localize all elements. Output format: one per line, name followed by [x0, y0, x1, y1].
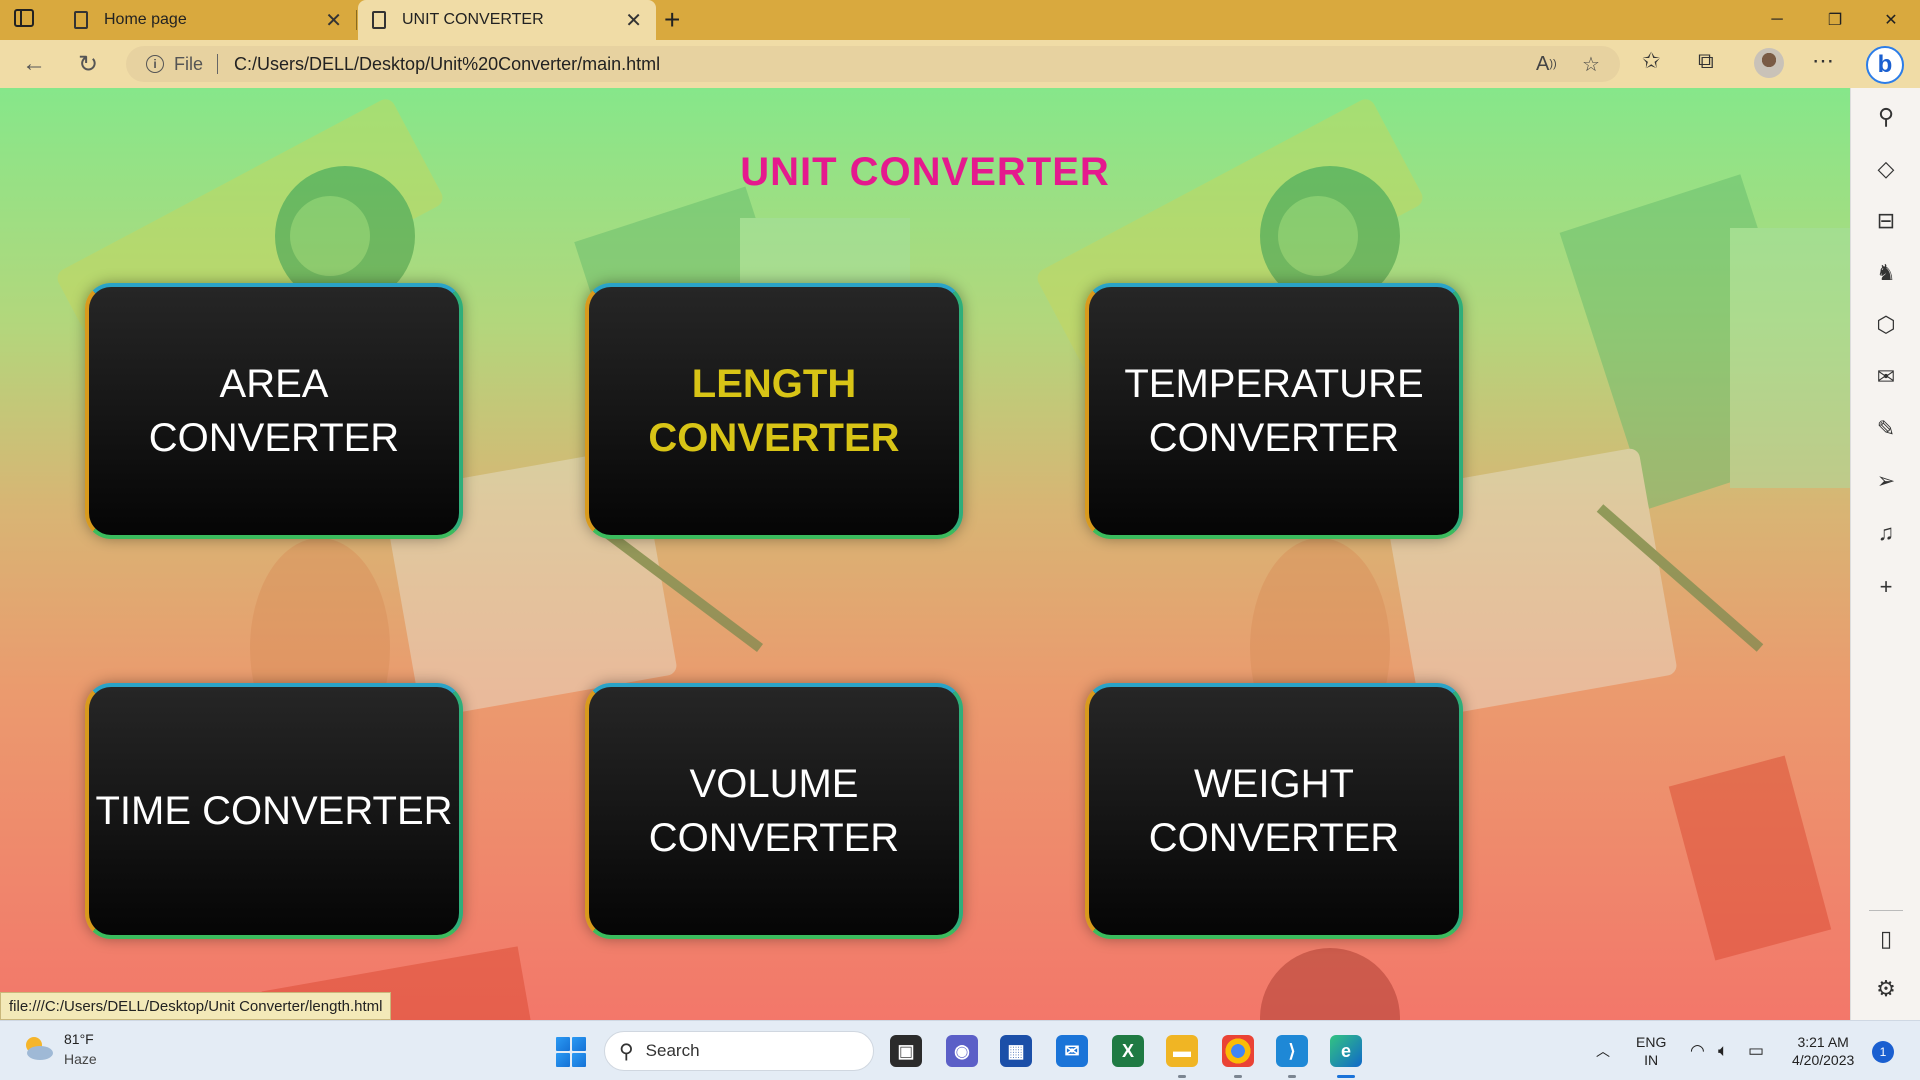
outlook-icon[interactable]: ✉ — [1851, 364, 1920, 390]
file-explorer-icon[interactable]: ▬ — [1166, 1035, 1198, 1067]
weather-description[interactable]: Haze — [64, 1051, 97, 1067]
chrome-icon[interactable] — [1222, 1035, 1254, 1067]
tab-home-page[interactable]: Home page ✕ — [60, 0, 356, 40]
excel-icon[interactable]: X — [1112, 1035, 1144, 1067]
document-icon — [74, 11, 88, 29]
weather-temperature[interactable]: 81°F — [64, 1031, 94, 1047]
running-indicator — [1234, 1075, 1242, 1078]
more-icon[interactable]: ⋯ — [1812, 48, 1834, 74]
browser-toolbar: ← ↻ i File C:/Users/DELL/Desktop/Unit%20… — [0, 40, 1920, 88]
new-tab-button[interactable]: + — [664, 4, 680, 36]
close-icon[interactable]: ✕ — [625, 8, 642, 33]
refresh-icon[interactable]: ↻ — [78, 50, 98, 79]
wifi-icon[interactable]: ◠ — [1690, 1021, 1705, 1080]
mail-icon[interactable]: ✉ — [1056, 1035, 1088, 1067]
document-icon — [372, 11, 386, 29]
edge-sidebar: ⚲ ◇ ⊟ ♞ ⬡ ✉ ✎ ➢ ♫ + ▯ ⚙ — [1850, 88, 1920, 1020]
address-bar[interactable]: i File C:/Users/DELL/Desktop/Unit%20Conv… — [126, 46, 1620, 82]
clock-date: 4/20/2023 — [1792, 1052, 1855, 1068]
close-icon[interactable]: ✕ — [325, 8, 342, 33]
language-code: ENG — [1636, 1034, 1667, 1050]
games-icon[interactable]: ♞ — [1851, 260, 1920, 286]
collections-icon[interactable]: ⧉ — [1698, 48, 1714, 74]
temperature-converter-card[interactable]: TEMPERATURE CONVERTER — [1085, 283, 1463, 539]
add-favorite-icon[interactable]: ☆ — [1582, 46, 1600, 82]
active-indicator — [1337, 1075, 1355, 1078]
window-close-button[interactable]: ✕ — [1862, 0, 1920, 40]
taskbar-search[interactable]: ⚲ Search — [604, 1031, 874, 1071]
page-viewport: UNIT CONVERTER AREA CONVERTER LENGTH CON… — [0, 88, 1850, 1020]
time-converter-card[interactable]: TIME CONVERTER — [85, 683, 463, 939]
search-label: Search — [645, 1041, 700, 1060]
status-bar-url: file:///C:/Users/DELL/Desktop/Unit Conve… — [0, 992, 392, 1020]
tab-label: UNIT CONVERTER — [402, 11, 544, 28]
windows-start-icon[interactable] — [556, 1037, 586, 1067]
battery-icon[interactable]: ▭ — [1748, 1021, 1764, 1080]
length-converter-card[interactable]: LENGTH CONVERTER — [585, 283, 963, 539]
running-indicator — [1178, 1075, 1186, 1078]
address-scheme: File — [174, 53, 204, 74]
weather-haze-icon[interactable] — [20, 1033, 54, 1063]
drop-icon[interactable]: ✎ — [1851, 416, 1920, 442]
running-indicator — [1288, 1075, 1296, 1078]
tab-label: Home page — [104, 11, 187, 28]
minimize-button[interactable]: ─ — [1748, 0, 1806, 40]
favorites-icon[interactable]: ✩ — [1642, 48, 1660, 74]
tab-separator — [356, 10, 357, 30]
office-icon[interactable]: ⬡ — [1851, 312, 1920, 338]
address-url[interactable]: C:/Users/DELL/Desktop/Unit%20Converter/m… — [234, 54, 660, 75]
read-aloud-icon[interactable]: A)) — [1536, 46, 1557, 82]
language-indicator[interactable]: ENG IN — [1636, 1021, 1666, 1080]
restore-button[interactable]: ❐ — [1806, 0, 1864, 40]
task-view-icon[interactable]: ▣ — [890, 1035, 922, 1067]
weight-converter-card[interactable]: WEIGHT CONVERTER — [1085, 683, 1463, 939]
tab-bar: Home page ✕ UNIT CONVERTER ✕ + ─ ❐ ✕ — [0, 0, 1920, 40]
search-icon[interactable]: ⚲ — [1851, 104, 1920, 130]
clock-time: 3:21 AM — [1797, 1034, 1849, 1050]
shopping-tag-icon[interactable]: ◇ — [1851, 156, 1920, 182]
send-icon[interactable]: ➢ — [1851, 468, 1920, 494]
search-icon: ⚲ — [619, 1040, 634, 1063]
teams-chat-icon[interactable]: ◉ — [946, 1035, 978, 1067]
info-icon[interactable]: i — [146, 55, 164, 73]
add-icon[interactable]: + — [1851, 574, 1920, 600]
microsoft-store-icon[interactable]: ▦ — [1000, 1035, 1032, 1067]
sidebar-divider — [1869, 910, 1903, 911]
tab-unit-converter[interactable]: UNIT CONVERTER ✕ — [358, 0, 656, 40]
region-code: IN — [1644, 1052, 1659, 1068]
area-converter-card[interactable]: AREA CONVERTER — [85, 283, 463, 539]
vscode-icon[interactable]: ⟩ — [1276, 1035, 1308, 1067]
back-icon[interactable]: ← — [22, 50, 46, 78]
notification-bell-icon[interactable]: ♫ — [1851, 520, 1920, 546]
clock[interactable]: 3:21 AM 4/20/2023 — [1792, 1021, 1854, 1080]
chevron-up-icon[interactable]: ︿ — [1596, 1021, 1610, 1080]
page-title: UNIT CONVERTER — [740, 150, 1110, 194]
notification-badge[interactable]: 1 — [1872, 1041, 1894, 1063]
volume-converter-card[interactable]: VOLUME CONVERTER — [585, 683, 963, 939]
bing-chat-icon[interactable]: b — [1866, 46, 1904, 84]
avatar[interactable] — [1754, 48, 1784, 78]
taskbar: 81°F Haze ⚲ Search ▣ ◉ ▦ ✉ X ▬ ⟩ e ︿ ENG… — [0, 1020, 1920, 1080]
tools-icon[interactable]: ⊟ — [1851, 208, 1920, 234]
settings-gear-icon[interactable]: ⚙ — [1851, 976, 1920, 1002]
volume-icon[interactable]: 🔈︎ — [1718, 1021, 1728, 1080]
address-divider — [217, 54, 219, 74]
tab-actions-icon[interactable] — [14, 9, 34, 27]
edge-icon[interactable]: e — [1330, 1035, 1362, 1067]
split-screen-icon[interactable]: ▯ — [1851, 926, 1920, 952]
